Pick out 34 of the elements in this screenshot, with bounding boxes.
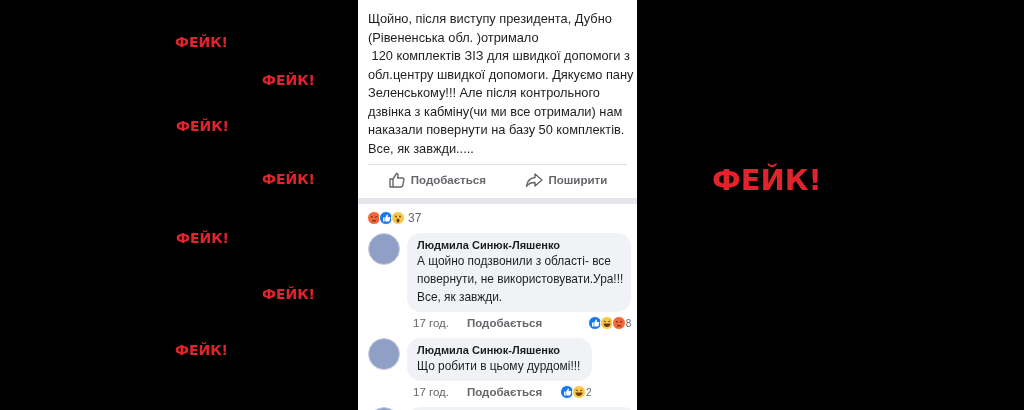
like-link[interactable]: Подобається [467,317,543,329]
angry-face-icon [611,316,626,330]
share-arrow-icon [525,172,544,188]
fake-label: ФЕЙК! [712,163,822,197]
angry-face-icon [367,211,381,225]
action-button[interactable]: Поширити [517,169,616,191]
comment-author[interactable]: Людмила Синюк-Ляшенко [417,343,584,357]
fake-label: ФЕЙК! [262,171,315,187]
fake-label: ФЕЙК! [262,286,315,302]
post-text: Щойно, після виступу президента, Дубно (Рівененська обл. )отримало 120 комплектів ЗІЗ для швидкої допомоги з обл.центру швидкої допомоги. Дякуємо пану Зеленському!!! Але після контрольного дзвінка з кабміну(чи ми все отримали) нам наказали повернути на базу 50 комплектів. Все, як завжди..... [368,10,634,158]
avatar[interactable] [368,233,400,265]
comment-text: Що робити в цьому дурдомі!!! [417,358,582,375]
fake-label: ФЕЙК! [175,34,228,50]
avatar[interactable] [368,338,400,370]
fake-label: ФЕЙК! [262,72,315,88]
comment-time: 17 год. [413,317,449,329]
thumbs-up-icon [387,172,406,188]
reaction-count: 37 [408,211,422,225]
reaction-count: 2 [586,386,592,398]
laughing-face-icon [599,316,614,330]
laughing-face-icon [572,385,587,399]
like-reaction-icon [560,385,575,399]
action-button[interactable]: Подобається [379,169,494,191]
comment-time: 17 год. [413,386,449,398]
like-reaction-icon [587,316,602,330]
comment-text: А щойно подзвонили з області- все повернути, не використовувати.Ура!!! Все, як завжди. [417,253,624,306]
like-reaction-icon [379,211,393,225]
fake-label: ФЕЙК! [176,230,229,246]
fake-label: ФЕЙК! [176,118,229,134]
comment-author[interactable]: Людмила Синюк-Ляшенко [417,238,624,252]
reaction-count: 8 [625,317,632,329]
like-link[interactable]: Подобається [467,386,543,398]
fake-label: ФЕЙК! [175,342,228,358]
surprised-face-icon [391,211,405,225]
